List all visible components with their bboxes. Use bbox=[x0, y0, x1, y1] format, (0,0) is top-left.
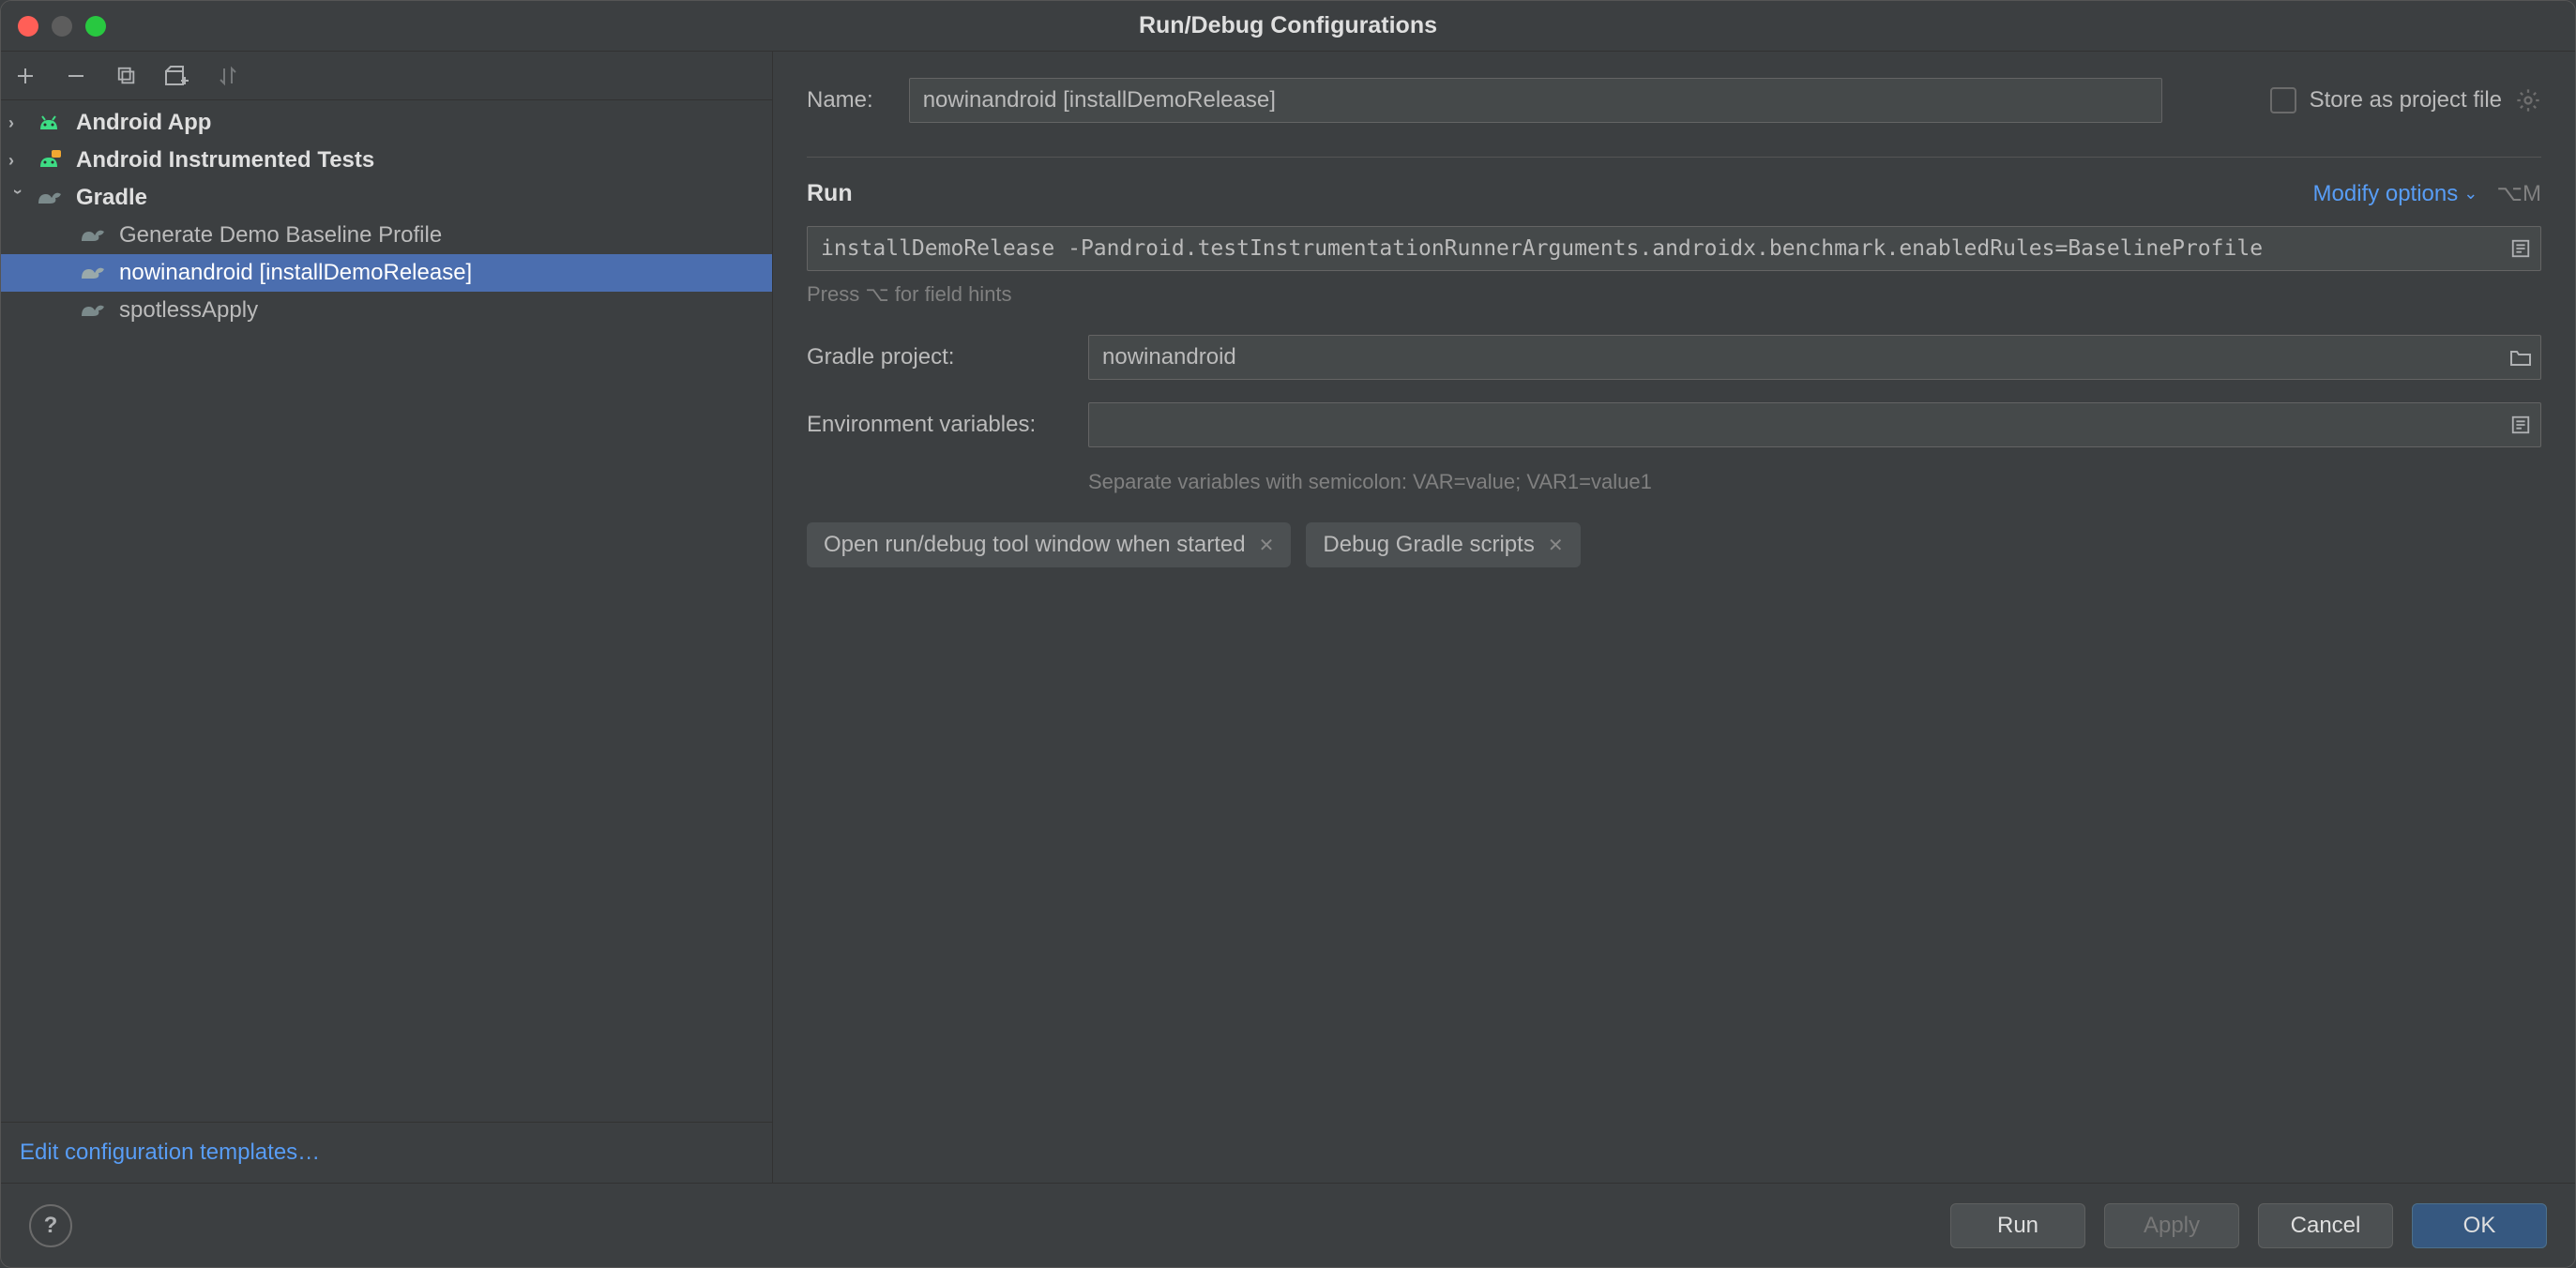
tasks-hint: Press ⌥ for field hints bbox=[807, 282, 2541, 307]
chevron-down-icon: ⌄ bbox=[2463, 184, 2478, 204]
section-title: Run bbox=[807, 180, 853, 207]
name-input[interactable] bbox=[909, 78, 2162, 123]
project-row: Gradle project: bbox=[807, 335, 2541, 380]
tree-item-generate-baseline[interactable]: Generate Demo Baseline Profile bbox=[1, 217, 772, 254]
tags-row: Open run/debug tool window when started … bbox=[807, 522, 2541, 567]
divider bbox=[807, 157, 2541, 158]
edit-templates-link[interactable]: Edit configuration templates… bbox=[20, 1140, 320, 1165]
button-label: Run bbox=[1997, 1213, 2038, 1239]
tree-item-spotless-apply[interactable]: spotlessApply bbox=[1, 292, 772, 329]
tree-node-android-app[interactable]: › Android App bbox=[1, 104, 772, 142]
ok-button[interactable]: OK bbox=[2412, 1203, 2547, 1248]
name-row: Name: Store as project file bbox=[807, 78, 2541, 123]
help-button[interactable]: ? bbox=[29, 1204, 72, 1247]
close-icon[interactable]: ✕ bbox=[1259, 534, 1275, 557]
copy-icon[interactable] bbox=[114, 63, 140, 89]
tag-open-tool-window[interactable]: Open run/debug tool window when started … bbox=[807, 522, 1291, 567]
run-button[interactable]: Run bbox=[1950, 1203, 2085, 1248]
close-icon[interactable]: ✕ bbox=[1548, 534, 1564, 557]
name-label: Name: bbox=[807, 87, 873, 113]
modify-options-link[interactable]: Modify options ⌄ bbox=[2313, 181, 2478, 207]
button-label: Cancel bbox=[2291, 1213, 2361, 1239]
project-input[interactable] bbox=[1088, 335, 2541, 380]
modify-options-row: Modify options ⌄ ⌥M bbox=[2313, 180, 2542, 207]
dialog-window: Run/Debug Configurations bbox=[0, 0, 2576, 1268]
modify-shortcut: ⌥M bbox=[2496, 180, 2541, 207]
expand-field-icon[interactable] bbox=[2506, 410, 2536, 440]
tasks-input-wrap bbox=[807, 226, 2541, 271]
gradle-icon bbox=[37, 187, 67, 209]
tree-item-install-demo-release[interactable]: nowinandroid [installDemoRelease] bbox=[1, 254, 772, 292]
modify-options-label: Modify options bbox=[2313, 181, 2459, 207]
config-tree: › Android App › Android Instrumented Tes… bbox=[1, 100, 772, 1122]
titlebar: Run/Debug Configurations bbox=[1, 1, 2575, 52]
save-template-icon[interactable] bbox=[164, 63, 190, 89]
tree-label: spotlessApply bbox=[119, 297, 258, 324]
tree-node-android-tests[interactable]: › Android Instrumented Tests bbox=[1, 142, 772, 179]
expand-field-icon[interactable] bbox=[2506, 234, 2536, 264]
store-checkbox[interactable] bbox=[2270, 87, 2296, 113]
env-hint: Separate variables with semicolon: VAR=v… bbox=[1088, 470, 2541, 494]
remove-icon[interactable] bbox=[63, 63, 89, 89]
project-label: Gradle project: bbox=[807, 344, 1088, 370]
tree-label: Android Instrumented Tests bbox=[76, 147, 374, 174]
tree-label: Android App bbox=[76, 110, 211, 136]
env-input[interactable] bbox=[1088, 402, 2541, 447]
env-label: Environment variables: bbox=[807, 412, 1088, 438]
gradle-icon bbox=[80, 224, 110, 247]
tree-label: Gradle bbox=[76, 185, 147, 211]
tree-node-gradle[interactable]: › Gradle bbox=[1, 179, 772, 217]
tag-label: Debug Gradle scripts bbox=[1323, 532, 1534, 558]
env-row: Environment variables: bbox=[807, 402, 2541, 447]
section-header: Run Modify options ⌄ ⌥M bbox=[807, 180, 2541, 207]
tag-label: Open run/debug tool window when started bbox=[824, 532, 1246, 558]
android-tests-icon bbox=[37, 149, 67, 172]
store-label: Store as project file bbox=[2310, 87, 2502, 113]
dialog-footer: ? Run Apply Cancel OK bbox=[1, 1183, 2575, 1267]
sidebar-toolbar bbox=[1, 52, 772, 100]
chevron-right-icon: › bbox=[8, 151, 27, 171]
android-icon bbox=[37, 112, 67, 134]
main-panel: Name: Store as project file Run Modify o… bbox=[773, 52, 2575, 1183]
store-row: Store as project file bbox=[2270, 87, 2541, 113]
window-title: Run/Debug Configurations bbox=[1, 12, 2575, 39]
sort-icon[interactable] bbox=[215, 63, 241, 89]
body: › Android App › Android Instrumented Tes… bbox=[1, 52, 2575, 1183]
browse-folder-icon[interactable] bbox=[2506, 342, 2536, 372]
cancel-button[interactable]: Cancel bbox=[2258, 1203, 2393, 1248]
tree-label: nowinandroid [installDemoRelease] bbox=[119, 260, 472, 286]
gear-icon[interactable] bbox=[2515, 87, 2541, 113]
gradle-icon bbox=[80, 299, 110, 322]
sidebar-footer: Edit configuration templates… bbox=[1, 1122, 772, 1183]
button-label: OK bbox=[2463, 1213, 2496, 1239]
tag-debug-gradle[interactable]: Debug Gradle scripts ✕ bbox=[1306, 522, 1580, 567]
button-label: Apply bbox=[2144, 1213, 2200, 1239]
chevron-right-icon: › bbox=[8, 113, 27, 133]
apply-button[interactable]: Apply bbox=[2104, 1203, 2239, 1248]
footer-buttons: Run Apply Cancel OK bbox=[1950, 1203, 2547, 1248]
tasks-input[interactable] bbox=[807, 226, 2541, 271]
gradle-icon bbox=[80, 262, 110, 284]
add-icon[interactable] bbox=[12, 63, 38, 89]
chevron-down-icon: › bbox=[8, 189, 28, 207]
sidebar: › Android App › Android Instrumented Tes… bbox=[1, 52, 773, 1183]
tree-label: Generate Demo Baseline Profile bbox=[119, 222, 442, 249]
